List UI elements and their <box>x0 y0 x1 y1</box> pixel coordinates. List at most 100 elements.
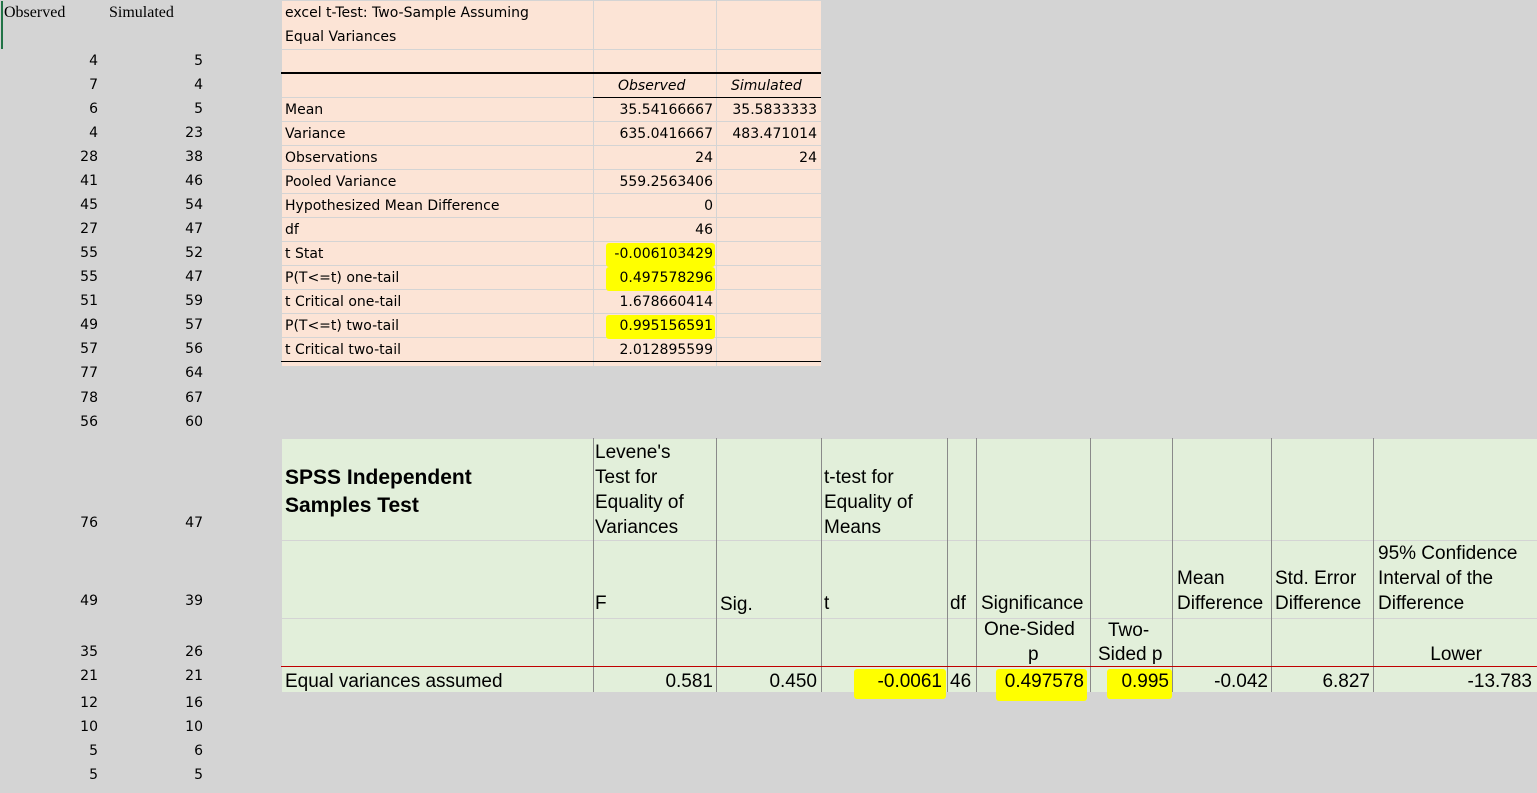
simulated-cell[interactable]: 47 <box>102 516 203 530</box>
excel-stat-simulated[interactable]: 24 <box>716 151 817 165</box>
simulated-cell[interactable]: 23 <box>102 126 203 140</box>
header-observed[interactable]: Observed <box>4 5 65 21</box>
observed-cell[interactable]: 77 <box>0 366 98 380</box>
simulated-cell[interactable]: 38 <box>102 150 203 164</box>
spss-header-t[interactable]: t <box>824 594 829 613</box>
simulated-cell[interactable]: 67 <box>102 391 203 405</box>
excel-stat-observed[interactable]: 2.012895599 <box>593 343 713 357</box>
observed-cell[interactable]: 56 <box>0 415 98 429</box>
observed-cell[interactable]: 78 <box>0 391 98 405</box>
observed-cell[interactable]: 21 <box>0 669 98 683</box>
observed-cell[interactable]: 49 <box>0 594 98 608</box>
simulated-cell[interactable]: 16 <box>102 696 203 710</box>
excel-col-observed[interactable]: Observed <box>618 79 685 93</box>
spss-row-label[interactable]: Equal variances assumed <box>285 672 503 691</box>
excel-stat-observed[interactable]: 559.2563406 <box>593 175 713 189</box>
simulated-cell[interactable]: 57 <box>102 318 203 332</box>
simulated-cell[interactable]: 4 <box>102 78 203 92</box>
spss-header-se-1[interactable]: Std. Error <box>1275 569 1356 588</box>
spss-value-f[interactable]: 0.581 <box>593 672 713 691</box>
excel-stat-observed[interactable]: 35.54166667 <box>593 103 713 117</box>
simulated-cell[interactable]: 64 <box>102 366 203 380</box>
simulated-cell[interactable]: 52 <box>102 246 203 260</box>
observed-cell[interactable]: 51 <box>0 294 98 308</box>
excel-stat-observed[interactable]: 0.995156591 <box>606 315 715 339</box>
observed-cell[interactable]: 45 <box>0 198 98 212</box>
excel-ttest-title[interactable]: excel t-Test: Two-Sample Assuming <box>285 6 529 20</box>
excel-col-simulated[interactable]: Simulated <box>731 79 802 93</box>
simulated-cell[interactable]: 21 <box>102 669 203 683</box>
excel-stat-label[interactable]: Variance <box>285 127 345 141</box>
spss-value-df[interactable]: 46 <box>950 672 971 691</box>
spss-title-line2[interactable]: Samples Test <box>285 495 419 516</box>
observed-cell[interactable]: 57 <box>0 342 98 356</box>
spss-header-ci-1[interactable]: 95% Confidence <box>1378 544 1517 563</box>
simulated-cell[interactable]: 56 <box>102 342 203 356</box>
observed-cell[interactable]: 12 <box>0 696 98 710</box>
spss-header-sig2-1[interactable]: Two- <box>1108 621 1149 640</box>
excel-stat-label[interactable]: Pooled Variance <box>285 175 396 189</box>
simulated-cell[interactable]: 47 <box>102 222 203 236</box>
excel-stat-observed[interactable]: 1.678660414 <box>593 295 713 309</box>
observed-cell[interactable]: 4 <box>0 126 98 140</box>
spss-header-lower[interactable]: Lower <box>1375 645 1482 664</box>
simulated-cell[interactable]: 10 <box>102 720 203 734</box>
spss-value-lower[interactable]: -13.783 <box>1375 672 1532 691</box>
excel-stat-observed[interactable]: 46 <box>593 223 713 237</box>
excel-stat-label[interactable]: t Critical one-tail <box>285 295 401 309</box>
excel-stat-observed[interactable]: -0.006103429 <box>606 243 715 267</box>
simulated-cell[interactable]: 5 <box>102 768 203 782</box>
excel-stat-observed[interactable]: 24 <box>593 151 713 165</box>
ttest-header-1[interactable]: t-test for <box>824 468 894 487</box>
spss-header-sig[interactable]: Sig. <box>720 595 753 614</box>
spss-value-sig2[interactable]: 0.995 <box>1107 669 1172 699</box>
header-simulated[interactable]: Simulated <box>109 5 174 21</box>
observed-cell[interactable]: 7 <box>0 78 98 92</box>
simulated-cell[interactable]: 46 <box>102 174 203 188</box>
spss-title-line1[interactable]: SPSS Independent <box>285 467 472 488</box>
excel-ttest-subtitle[interactable]: Equal Variances <box>285 30 396 44</box>
excel-stat-label[interactable]: P(T<=t) two-tail <box>285 319 399 333</box>
spreadsheet-grid[interactable]: Observed Simulated 4 5 7 4 6 5 4 23 28 38 41 46 45 54… <box>0 0 1537 793</box>
observed-cell[interactable]: 27 <box>0 222 98 236</box>
observed-cell[interactable]: 5 <box>0 744 98 758</box>
excel-stat-label[interactable]: t Stat <box>285 247 323 261</box>
observed-cell[interactable]: 4 <box>0 54 98 68</box>
observed-cell[interactable]: 55 <box>0 246 98 260</box>
observed-cell[interactable]: 10 <box>0 720 98 734</box>
spss-value-sig[interactable]: 0.450 <box>716 672 817 691</box>
observed-cell[interactable]: 35 <box>0 645 98 659</box>
simulated-cell[interactable]: 54 <box>102 198 203 212</box>
excel-stat-simulated[interactable]: 35.5833333 <box>716 103 817 117</box>
simulated-cell[interactable]: 26 <box>102 645 203 659</box>
excel-stat-label[interactable]: df <box>285 223 299 237</box>
excel-stat-simulated[interactable]: 483.471014 <box>716 127 817 141</box>
simulated-cell[interactable]: 60 <box>102 415 203 429</box>
levene-header-1[interactable]: Levene's <box>595 443 670 462</box>
spss-value-t[interactable]: -0.0061 <box>854 669 946 699</box>
observed-cell[interactable]: 6 <box>0 102 98 116</box>
excel-stat-observed[interactable]: 0 <box>593 199 713 213</box>
simulated-cell[interactable]: 47 <box>102 270 203 284</box>
spss-value-sig1[interactable]: 0.497578 <box>996 669 1087 701</box>
observed-cell[interactable]: 5 <box>0 768 98 782</box>
observed-cell[interactable]: 28 <box>0 150 98 164</box>
spss-value-md[interactable]: -0.042 <box>1173 672 1268 691</box>
spss-header-md-1[interactable]: Mean <box>1177 569 1225 588</box>
observed-cell[interactable]: 41 <box>0 174 98 188</box>
observed-cell[interactable]: 49 <box>0 318 98 332</box>
excel-stat-label[interactable]: Hypothesized Mean Difference <box>285 199 500 213</box>
spss-header-sig1-1[interactable]: Significance <box>981 594 1083 613</box>
excel-stat-label[interactable]: Observations <box>285 151 378 165</box>
simulated-cell[interactable]: 59 <box>102 294 203 308</box>
excel-stat-label[interactable]: Mean <box>285 103 323 117</box>
simulated-cell[interactable]: 5 <box>102 102 203 116</box>
spss-header-f[interactable]: F <box>595 594 607 613</box>
spss-header-df[interactable]: df <box>950 594 966 613</box>
spss-value-se[interactable]: 6.827 <box>1273 672 1370 691</box>
excel-stat-label[interactable]: t Critical two-tail <box>285 343 401 357</box>
excel-stat-observed[interactable]: 0.497578296 <box>606 267 715 291</box>
observed-cell[interactable]: 76 <box>0 516 98 530</box>
simulated-cell[interactable]: 6 <box>102 744 203 758</box>
excel-stat-observed[interactable]: 635.0416667 <box>593 127 713 141</box>
